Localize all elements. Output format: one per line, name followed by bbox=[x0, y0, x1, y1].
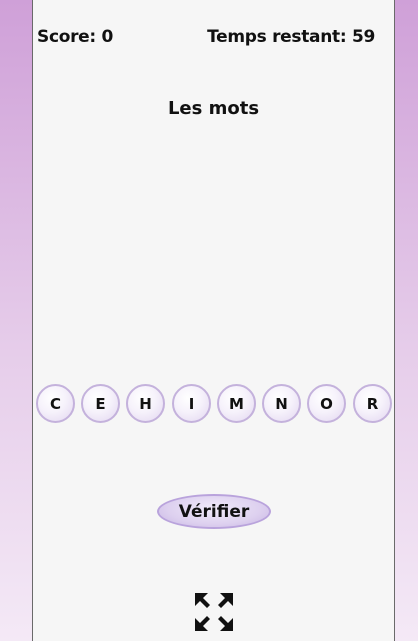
letter-tile[interactable]: C bbox=[36, 384, 75, 423]
fullscreen-icon[interactable] bbox=[194, 592, 234, 632]
game-panel: Score: 0 Temps restant: 59 Les mots C E … bbox=[32, 0, 395, 641]
letter-tile[interactable]: R bbox=[353, 384, 392, 423]
letter-tiles: C E H I M N O R bbox=[36, 384, 396, 424]
score-display: Score: 0 bbox=[37, 27, 114, 47]
game-title: Les mots bbox=[167, 98, 260, 119]
letter-tile[interactable]: N bbox=[262, 384, 301, 423]
time-remaining-display: Temps restant: 59 bbox=[207, 27, 375, 47]
letter-tile[interactable]: E bbox=[81, 384, 120, 423]
letter-tile[interactable]: O bbox=[307, 384, 346, 423]
verify-button[interactable]: Vérifier bbox=[157, 494, 271, 529]
letter-tile[interactable]: H bbox=[126, 384, 165, 423]
fullscreen-expand-icon bbox=[195, 593, 233, 631]
letter-tile[interactable]: I bbox=[172, 384, 211, 423]
letter-tile[interactable]: M bbox=[217, 384, 256, 423]
